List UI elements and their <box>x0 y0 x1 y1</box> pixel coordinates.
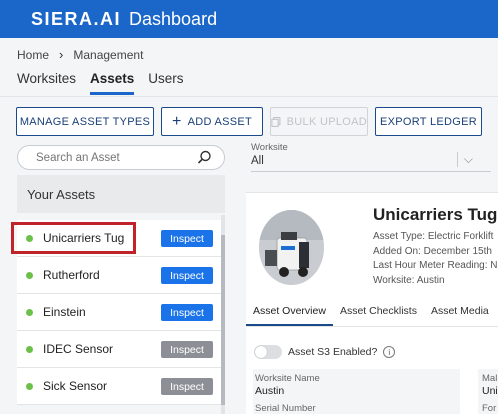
field-label: For <box>482 403 497 414</box>
asset-name: IDEC Sensor <box>43 342 114 356</box>
chevron-down-icon[interactable]: ⌵ <box>456 152 473 167</box>
asset-title: Unicarriers Tug <box>373 205 498 224</box>
your-assets-heading: Your Assets <box>17 175 225 213</box>
field-value: Austin <box>255 385 285 397</box>
worksite-select-value: All <box>251 155 264 167</box>
status-dot <box>26 308 33 316</box>
worksite-select-label: Worksite <box>251 142 288 153</box>
asset-name: Sick Sensor <box>43 379 108 393</box>
tab-worksites[interactable]: Worksites <box>17 71 76 95</box>
breadcrumb-home[interactable]: Home <box>17 48 49 62</box>
asset-name: Einstein <box>43 305 86 319</box>
asset-name: Rutherford <box>43 268 100 282</box>
field-make: Mal Uni <box>482 373 498 397</box>
asset-detail-tabs: Asset Overview Asset Checklists Asset Me… <box>246 301 498 327</box>
asset-type: Asset Type: Electric Forklift <box>373 231 494 242</box>
inspect-button[interactable]: Inspect <box>161 230 213 247</box>
inspect-button[interactable]: Inspect <box>161 267 213 284</box>
copy-icon <box>271 116 281 127</box>
breadcrumb-current: Management <box>73 47 144 62</box>
status-dot <box>26 271 33 279</box>
field-serial-number: Serial Number <box>255 403 316 414</box>
inspect-button-disabled[interactable]: Inspect <box>161 378 213 395</box>
tab-asset-media[interactable]: Asset Media <box>424 301 496 326</box>
s3-toggle-row: Asset S3 Enabled? i <box>254 345 396 359</box>
asset-row-idec-sensor[interactable]: IDEC Sensor Inspect <box>17 331 221 368</box>
forklift-tug-image <box>259 210 324 285</box>
your-assets-label: Your Assets <box>27 186 96 202</box>
asset-list-scrollbar[interactable] <box>221 215 225 414</box>
search-icon[interactable] <box>197 150 212 165</box>
add-asset-button[interactable]: + ADD ASSET <box>161 107 263 136</box>
asset-row-unicarriers-tug[interactable]: Unicarriers Tug Inspect <box>17 220 221 257</box>
field-value: Uni <box>482 385 498 397</box>
asset-search-box <box>17 145 225 170</box>
asset-name: Unicarriers Tug <box>43 231 125 245</box>
status-dot <box>26 234 33 242</box>
inspect-button-disabled[interactable]: Inspect <box>161 341 213 358</box>
breadcrumb: Home › Management <box>17 47 143 62</box>
manage-asset-types-button[interactable]: MANAGE ASSET TYPES <box>16 107 154 136</box>
bulk-upload-button[interactable]: BULK UPLOAD <box>270 107 368 136</box>
asset-list: Unicarriers Tug Inspect Rutherford Inspe… <box>17 220 221 405</box>
s3-enabled-label: Asset S3 Enabled? <box>288 346 378 358</box>
tab-users[interactable]: Users <box>148 71 183 95</box>
field-label: Mal <box>482 373 498 384</box>
export-ledger-button[interactable]: EXPORT LEDGER <box>375 107 482 136</box>
manage-asset-types-label: MANAGE ASSET TYPES <box>19 115 151 128</box>
tab-asset-checklists[interactable]: Asset Checklists <box>333 301 424 326</box>
main-tabs: Worksites Assets Users <box>17 71 184 95</box>
status-dot <box>26 382 33 390</box>
toolbar: MANAGE ASSET TYPES + ADD ASSET BULK UPLO… <box>16 107 482 136</box>
add-asset-label: ADD ASSET <box>187 115 253 128</box>
bulk-upload-label: BULK UPLOAD <box>286 115 367 128</box>
scrollbar-thumb[interactable] <box>221 235 225 405</box>
asset-worksite: Worksite: Austin <box>373 274 445 286</box>
tabs-divider <box>0 96 498 97</box>
asset-search-input[interactable] <box>36 151 196 164</box>
status-dot <box>26 345 33 353</box>
app-title: Dashboard <box>129 8 218 29</box>
asset-meta: Asset Type: Electric Forklift Added On: … <box>373 230 498 288</box>
asset-row-einstein[interactable]: Einstein Inspect <box>17 294 221 331</box>
info-icon[interactable]: i <box>383 346 396 358</box>
s3-enabled-toggle[interactable] <box>254 345 282 359</box>
tab-assets[interactable]: Assets <box>90 71 135 95</box>
asset-added-on: Added On: December 15th <box>373 245 492 257</box>
toggle-knob <box>255 346 267 358</box>
plus-icon: + <box>171 112 182 130</box>
top-bar: SIERA.AI Dashboard <box>0 0 498 38</box>
asset-detail-panel: Unicarriers Tug Asset Type: Electric For… <box>246 192 498 414</box>
chevron-right-icon: › <box>59 47 64 62</box>
inspect-button[interactable]: Inspect <box>161 304 213 321</box>
field-worksite-name: Worksite Name Austin <box>255 373 320 397</box>
worksite-select[interactable]: Worksite All ⌵ <box>251 142 491 172</box>
siera-logo[interactable]: SIERA.AI <box>31 9 121 30</box>
tab-asset-overview[interactable]: Asset Overview <box>246 301 333 326</box>
asset-photo <box>259 210 324 285</box>
export-ledger-label: EXPORT LEDGER <box>379 115 478 128</box>
asset-row-sick-sensor[interactable]: Sick Sensor Inspect <box>17 368 221 405</box>
field-fork: For <box>482 403 496 414</box>
field-label: Serial Number <box>255 403 316 414</box>
field-label: Worksite Name <box>255 373 320 384</box>
asset-hour-meter: Last Hour Meter Reading: N <box>373 260 498 271</box>
asset-row-rutherford[interactable]: Rutherford Inspect <box>17 257 221 294</box>
